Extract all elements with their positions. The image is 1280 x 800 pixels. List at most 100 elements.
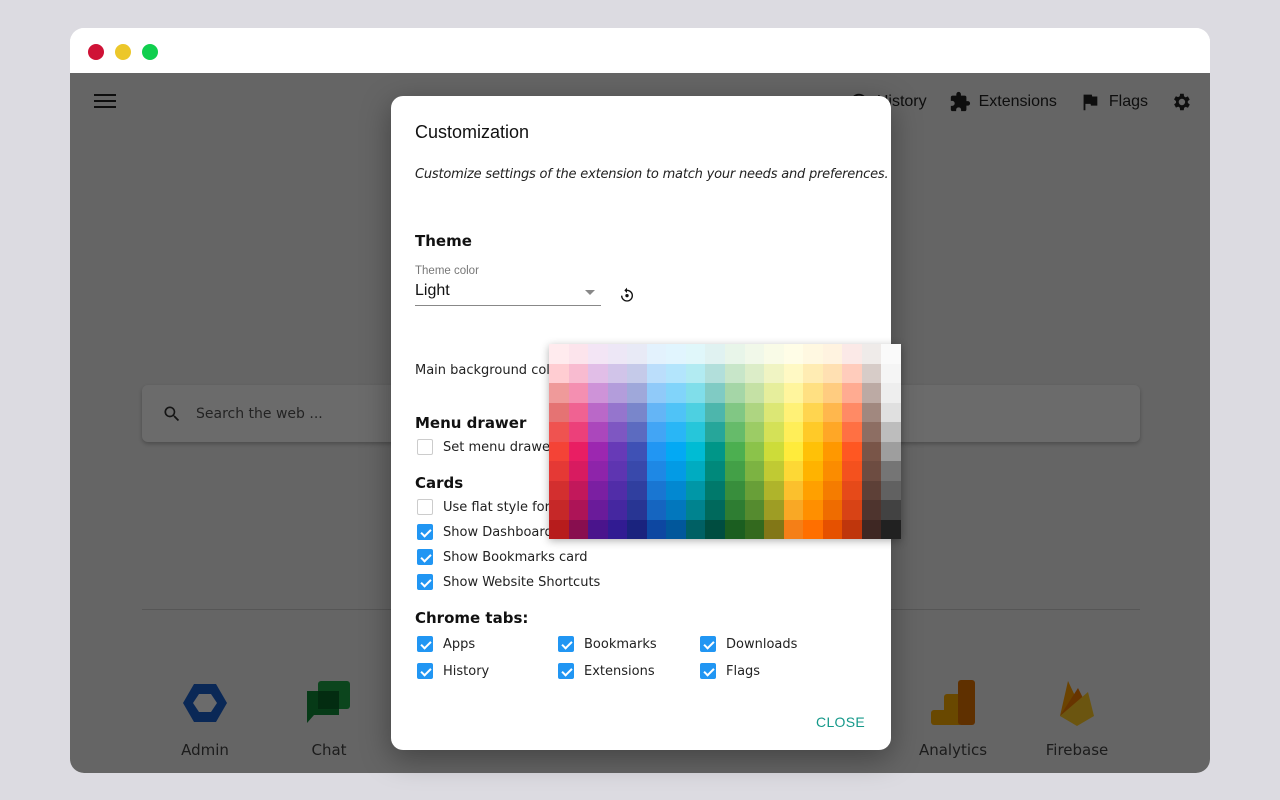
color-swatch[interactable]: [685, 500, 706, 520]
color-swatch[interactable]: [724, 402, 745, 422]
color-swatch[interactable]: [744, 344, 765, 364]
tab-option-history[interactable]: History: [417, 663, 489, 679]
color-swatch[interactable]: [842, 500, 862, 520]
color-swatch[interactable]: [549, 500, 569, 520]
color-swatch[interactable]: [588, 363, 608, 383]
color-swatch[interactable]: [822, 480, 843, 500]
show-shortcuts-option[interactable]: Show Website Shortcuts: [417, 574, 600, 590]
theme-color-select[interactable]: Light: [415, 282, 601, 306]
color-swatch[interactable]: [881, 480, 901, 500]
color-swatch[interactable]: [588, 461, 608, 481]
color-swatch[interactable]: [705, 441, 725, 461]
tab-option-extensions[interactable]: Extensions: [558, 663, 655, 679]
show-dashboard-option[interactable]: Show Dashboard c: [417, 524, 564, 540]
color-swatch[interactable]: [744, 383, 765, 403]
color-swatch[interactable]: [783, 519, 804, 539]
color-swatch[interactable]: [588, 422, 608, 442]
color-swatch[interactable]: [568, 344, 589, 364]
color-swatch[interactable]: [881, 402, 901, 422]
color-swatch[interactable]: [705, 363, 725, 383]
color-swatch[interactable]: [549, 383, 569, 403]
color-swatch[interactable]: [666, 461, 686, 481]
color-swatch[interactable]: [646, 441, 667, 461]
color-swatch[interactable]: [822, 441, 843, 461]
tab-option-downloads[interactable]: Downloads: [700, 636, 797, 652]
color-swatch[interactable]: [764, 363, 784, 383]
color-swatch[interactable]: [842, 480, 862, 500]
color-swatch[interactable]: [861, 441, 882, 461]
color-swatch[interactable]: [842, 422, 862, 442]
color-swatch[interactable]: [666, 480, 686, 500]
color-swatch[interactable]: [607, 500, 628, 520]
color-swatch[interactable]: [685, 441, 706, 461]
color-swatch[interactable]: [842, 441, 862, 461]
color-swatch[interactable]: [627, 441, 647, 461]
color-swatch[interactable]: [588, 344, 608, 364]
color-swatch[interactable]: [705, 383, 725, 403]
color-swatch[interactable]: [627, 461, 647, 481]
window-close-button[interactable]: [88, 44, 104, 60]
color-swatch[interactable]: [764, 422, 784, 442]
window-minimize-button[interactable]: [115, 44, 131, 60]
color-swatch[interactable]: [685, 344, 706, 364]
color-swatch[interactable]: [666, 383, 686, 403]
color-swatch[interactable]: [822, 363, 843, 383]
color-swatch[interactable]: [607, 344, 628, 364]
color-swatch[interactable]: [842, 344, 862, 364]
color-swatch[interactable]: [588, 441, 608, 461]
color-swatch[interactable]: [568, 441, 589, 461]
color-swatch[interactable]: [881, 519, 901, 539]
color-swatch[interactable]: [881, 422, 901, 442]
color-swatch[interactable]: [822, 383, 843, 403]
color-swatch[interactable]: [549, 519, 569, 539]
color-swatch[interactable]: [666, 422, 686, 442]
color-swatch[interactable]: [842, 519, 862, 539]
color-swatch[interactable]: [607, 519, 628, 539]
color-swatch[interactable]: [822, 500, 843, 520]
color-swatch[interactable]: [803, 461, 823, 481]
color-swatch[interactable]: [724, 441, 745, 461]
color-swatch[interactable]: [744, 500, 765, 520]
color-swatch[interactable]: [646, 383, 667, 403]
color-swatch[interactable]: [822, 402, 843, 422]
color-swatch[interactable]: [724, 363, 745, 383]
color-swatch[interactable]: [861, 461, 882, 481]
checkbox[interactable]: [700, 636, 716, 652]
color-swatch[interactable]: [764, 461, 784, 481]
color-swatch[interactable]: [744, 480, 765, 500]
color-swatch[interactable]: [803, 344, 823, 364]
color-swatch[interactable]: [549, 344, 569, 364]
color-swatch[interactable]: [764, 441, 784, 461]
color-swatch[interactable]: [803, 383, 823, 403]
color-swatch[interactable]: [842, 383, 862, 403]
color-swatch[interactable]: [881, 500, 901, 520]
color-swatch[interactable]: [783, 344, 804, 364]
checkbox[interactable]: [417, 663, 433, 679]
color-swatch[interactable]: [764, 519, 784, 539]
color-swatch[interactable]: [861, 519, 882, 539]
color-swatch[interactable]: [842, 363, 862, 383]
checkbox[interactable]: [417, 549, 433, 565]
color-swatch[interactable]: [685, 519, 706, 539]
color-swatch[interactable]: [549, 461, 569, 481]
color-swatch[interactable]: [646, 461, 667, 481]
flat-style-option[interactable]: Use flat style for D: [417, 499, 564, 515]
color-swatch[interactable]: [803, 363, 823, 383]
color-swatch[interactable]: [881, 461, 901, 481]
color-swatch[interactable]: [685, 402, 706, 422]
color-swatch[interactable]: [783, 383, 804, 403]
color-swatch[interactable]: [705, 500, 725, 520]
color-swatch[interactable]: [861, 344, 882, 364]
color-swatch[interactable]: [744, 363, 765, 383]
color-swatch[interactable]: [764, 344, 784, 364]
color-swatch[interactable]: [803, 480, 823, 500]
color-swatch[interactable]: [744, 519, 765, 539]
color-swatch[interactable]: [666, 500, 686, 520]
close-button[interactable]: CLOSE: [816, 714, 865, 730]
color-swatch[interactable]: [646, 422, 667, 442]
color-swatch[interactable]: [646, 363, 667, 383]
color-swatch[interactable]: [764, 500, 784, 520]
color-swatch[interactable]: [568, 519, 589, 539]
checkbox[interactable]: [417, 439, 433, 455]
color-swatch[interactable]: [568, 402, 589, 422]
